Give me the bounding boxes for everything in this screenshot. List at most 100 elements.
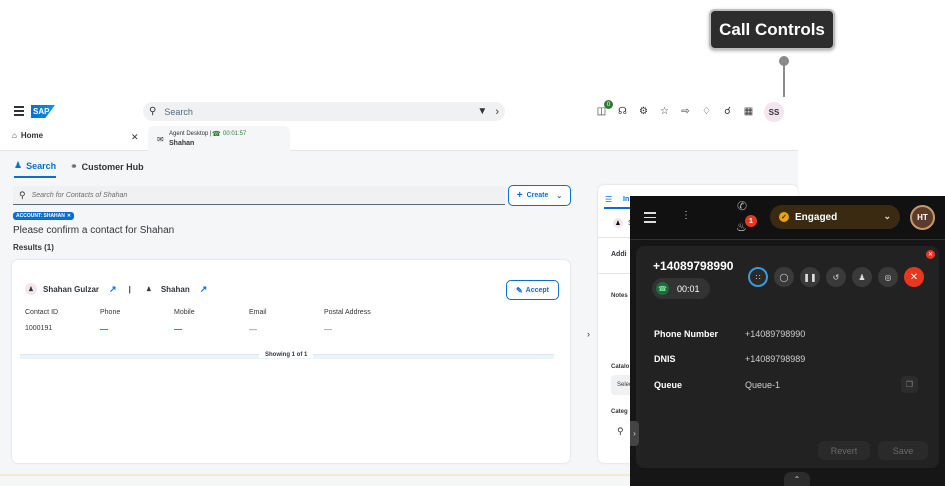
tab-home-label: Home [20, 131, 44, 140]
shell-actions: ◫ 0 ☊ ⚙ ☆ ⇨ ♢ ☌ ▦ [594, 100, 756, 119]
status-dropdown[interactable]: ✓ Engaged ⌄ [770, 205, 900, 229]
headset-icon[interactable]: ☊ [615, 104, 630, 119]
agent-avatar[interactable]: HT [910, 205, 935, 230]
save-button[interactable]: Save [878, 441, 928, 460]
cell-email: — [249, 325, 257, 334]
copy-icon[interactable]: ❐ [901, 376, 918, 393]
person-search-icon: ♟ [14, 160, 23, 170]
caller-number: +14089798990 [653, 259, 734, 273]
call-action-buttons: ∷ ◯ ❚❚ ↺ ♟ ◎ ✕ [748, 267, 924, 287]
settings-icon[interactable]: ⚙ [636, 104, 651, 119]
status-label: Engaged [795, 211, 838, 223]
menu-icon[interactable] [644, 212, 656, 223]
hold-button[interactable]: ❚❚ [800, 267, 820, 287]
account-chip-label: ACCOUNT: SHAHAN [16, 213, 65, 219]
column-header-postal-address: Postal Address [324, 309, 371, 316]
field-label-phone-number: Phone Number [654, 329, 719, 339]
more-options-icon[interactable]: ⋮ [681, 210, 691, 221]
pause-icon: ❚❚ [803, 272, 817, 282]
bottom-divider [0, 474, 640, 476]
create-button[interactable]: + Create ⌄ [508, 185, 571, 206]
cell-postal: — [324, 325, 332, 334]
contact-name-row: ♟ Shahan Gulzar ↗ | ♟ Shahan ↗ [25, 283, 207, 295]
column-header-mobile: Mobile [174, 309, 195, 316]
chevron-down-icon: ⌄ [556, 192, 563, 200]
end-call-button[interactable]: ✕ [904, 267, 924, 287]
tab-customer-hub-label: Customer Hub [81, 161, 144, 172]
column-header-phone: Phone [100, 309, 121, 316]
revert-button[interactable]: Revert [818, 441, 870, 460]
record-icon: ◎ [884, 272, 892, 282]
search-icon[interactable]: ⚲ [617, 426, 624, 437]
plus-icon: + [516, 190, 523, 201]
phone-icon[interactable]: ✆ [737, 199, 747, 213]
tab-agent-desktop[interactable]: ✉ Agent Desktop | ☎ 00:01:57 Shahan [148, 126, 290, 151]
contact-search-placeholder: Search for Contacts of Shahan [31, 191, 128, 199]
open-link-icon[interactable]: ↗ [109, 284, 117, 295]
keypad-icon: ∷ [755, 272, 761, 282]
interaction-tab[interactable]: In [623, 196, 629, 203]
contact-name: Shahan Gulzar [43, 284, 100, 294]
agent-desktop-name: Shahan [169, 140, 195, 147]
field-value-queue: Queue-1 [745, 380, 781, 390]
accept-button[interactable]: ✎ Accept [506, 280, 559, 300]
agent-desktop-title: Agent Desktop | [169, 131, 212, 137]
account-icon: ♟ [142, 283, 155, 295]
record-button[interactable]: ◎ [878, 267, 898, 287]
accept-icon: ✎ [515, 285, 523, 295]
call-timer-value: 00:01 [677, 283, 700, 294]
collapse-handle[interactable]: › [630, 421, 639, 446]
tab-home[interactable]: ⌂ Home [12, 131, 43, 140]
close-icon[interactable]: ✕ [67, 213, 71, 219]
connector-badge: 0 [604, 100, 613, 109]
contact-search-input[interactable]: ⚲ Search for Contacts of Shahan [13, 186, 505, 205]
chevron-up-icon[interactable]: ⌃ [784, 472, 810, 486]
export-icon[interactable]: ⇨ [678, 104, 693, 119]
create-label: Create [526, 192, 549, 199]
status-engaged-icon: ✓ [779, 212, 789, 222]
tag-icon[interactable]: ♢ [699, 104, 714, 119]
chevron-down-icon: ⌄ [883, 211, 891, 221]
transfer-button[interactable]: ↺ [826, 267, 846, 287]
contact-icon: ♟ [25, 283, 37, 295]
account-filter-chip[interactable]: ACCOUNT: SHAHAN ✕ [13, 212, 75, 220]
phone-icon: ☎ [212, 131, 221, 138]
grid-icon[interactable]: ▦ [741, 104, 756, 119]
chevron-right-icon[interactable]: › [495, 106, 499, 118]
tab-search[interactable]: ♟ Search [14, 160, 57, 178]
filter-icon[interactable]: ▼ [477, 106, 487, 117]
consult-button[interactable]: ♟ [852, 267, 872, 287]
phone-icon: ☎ [656, 282, 669, 295]
hamburger-icon[interactable] [14, 106, 24, 116]
keypad-button[interactable]: ∷ [748, 267, 768, 287]
chat-icon: ✉ [157, 135, 164, 144]
global-search-placeholder: Search [164, 106, 193, 117]
cell-phone[interactable]: — [100, 325, 108, 334]
mute-button[interactable]: ◯ [774, 267, 794, 287]
cell-contact-id: 1000191 [25, 325, 53, 332]
column-header-email: Email [249, 309, 267, 316]
subtabs: ♟ Search ⚭ Customer Hub [14, 160, 144, 178]
close-icon: ✕ [909, 271, 919, 283]
open-link-icon[interactable]: ↗ [200, 284, 208, 295]
tab-customer-hub[interactable]: ⚭ Customer Hub [70, 160, 144, 178]
add-person-icon: ♟ [858, 272, 866, 282]
cell-mobile[interactable]: — [174, 325, 182, 334]
chevron-right-icon[interactable]: › [587, 329, 590, 339]
star-icon[interactable]: ☆ [657, 104, 672, 119]
global-search-input[interactable]: ⚲ Search ▼ › [143, 102, 505, 121]
field-value-dnis: +14089798989 [745, 354, 806, 364]
bell-icon[interactable]: ☌ [720, 104, 735, 119]
category-label: Categ [611, 409, 628, 415]
hub-icon: ⚭ [70, 161, 78, 171]
microphone-icon: ◯ [779, 272, 789, 282]
close-icon[interactable]: ✕ [131, 132, 139, 143]
workspace-tabs-bar [0, 127, 798, 151]
user-avatar[interactable]: SS [764, 102, 784, 122]
notes-label: Notes [611, 293, 628, 299]
showing-count: Showing 1 of 1 [259, 352, 314, 358]
close-icon[interactable]: ✕ [926, 250, 935, 259]
tab-search-label: Search [26, 160, 57, 171]
accept-label: Accept [525, 286, 550, 294]
connector-icon[interactable]: ◫ 0 [594, 100, 613, 119]
